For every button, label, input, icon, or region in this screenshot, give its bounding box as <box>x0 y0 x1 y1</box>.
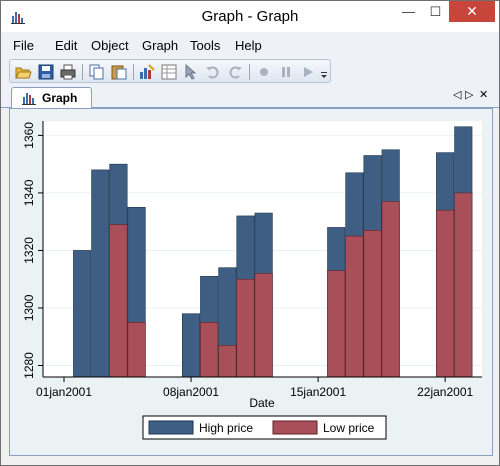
y-tick-label: 1320 <box>22 237 36 264</box>
x-tick-label: 22jan2001 <box>417 385 473 399</box>
redo-icon[interactable] <box>226 63 244 81</box>
bar-low-price <box>436 209 455 378</box>
play-icon[interactable] <box>299 63 317 81</box>
menu-object[interactable]: Object <box>91 38 129 53</box>
bar-high-price <box>182 313 201 378</box>
minimize-button[interactable]: — <box>395 1 422 22</box>
x-tick-label: 08jan2001 <box>163 385 219 399</box>
x-axis-title: Date <box>249 396 275 410</box>
maximize-button[interactable]: ☐ <box>422 1 449 22</box>
tab-scroll-right-icon[interactable]: ▷ <box>465 88 473 101</box>
bar-low-price <box>218 345 237 378</box>
bar-low-price <box>236 278 255 378</box>
app-window: Graph - Graph — ☐ ✕ File Edit Object Gra… <box>0 0 500 466</box>
toolbar-overflow-icon[interactable] <box>319 63 329 81</box>
bar-low-price <box>127 322 146 378</box>
toolbar-separator <box>133 64 134 80</box>
tab-scroll-left-icon[interactable]: ◁ <box>453 88 461 101</box>
tab-graph[interactable]: Graph <box>11 87 92 109</box>
print-icon[interactable] <box>59 63 77 81</box>
pointer-icon[interactable] <box>182 63 200 81</box>
bar-low-price <box>327 270 346 378</box>
bar-low-price <box>363 230 382 378</box>
legend-label-high-price: High price <box>199 421 253 435</box>
tab-bar: Graph <box>1 86 499 109</box>
x-tick-label: 15jan2001 <box>290 385 346 399</box>
pause-icon[interactable] <box>277 63 295 81</box>
paste-icon[interactable] <box>110 63 128 81</box>
y-tick-label: 1360 <box>22 122 36 149</box>
graph-tab-icon <box>22 93 36 105</box>
menu-help[interactable]: Help <box>235 38 262 53</box>
tab-label: Graph <box>42 91 78 105</box>
bar-low-price <box>109 224 128 378</box>
bar-low-price <box>254 273 273 378</box>
menu-tools[interactable]: Tools <box>190 38 220 53</box>
legend-swatch-high-price <box>148 420 194 435</box>
legend: High price Low price <box>142 415 387 440</box>
menu-file[interactable]: File <box>13 38 34 53</box>
legend-swatch-low-price <box>272 420 318 435</box>
save-icon[interactable] <box>37 63 55 81</box>
graph-panel: 1280 1300 1320 1340 1360 01jan2001 08jan2001 15… <box>9 108 493 456</box>
close-button[interactable]: ✕ <box>449 1 495 22</box>
y-tick-label: 1340 <box>22 179 36 206</box>
record-icon[interactable] <box>255 63 273 81</box>
menu-graph[interactable]: Graph <box>142 38 178 53</box>
graph-canvas: 1280 1300 1320 1340 1360 01jan2001 08jan2001 15… <box>10 109 492 455</box>
toolbar-group <box>9 59 331 83</box>
bar-high-price <box>73 250 92 378</box>
data-editor-icon[interactable] <box>160 63 178 81</box>
toolbar-separator <box>82 64 83 80</box>
bar-low-price <box>454 192 473 378</box>
bar-low-price <box>345 235 364 378</box>
tab-close-icon[interactable]: ✕ <box>479 88 488 101</box>
x-tick-label: 01jan2001 <box>36 385 92 399</box>
y-tick-label: 1300 <box>22 294 36 321</box>
bar-low-price <box>200 322 219 378</box>
y-tick-label: 1280 <box>22 352 36 379</box>
title-bar: Graph - Graph — ☐ ✕ <box>1 1 499 32</box>
bar-low-price <box>381 201 400 378</box>
legend-label-low-price: Low price <box>323 421 375 435</box>
bar-high-price <box>91 169 110 378</box>
undo-icon[interactable] <box>204 63 222 81</box>
toolbar-separator <box>249 64 250 80</box>
toolbar <box>1 58 499 86</box>
open-icon[interactable] <box>14 63 32 81</box>
graph-editor-icon[interactable] <box>138 63 156 81</box>
menu-bar: File Edit Object Graph Tools Help <box>1 32 499 58</box>
copy-icon[interactable] <box>88 63 106 81</box>
menu-edit[interactable]: Edit <box>55 38 77 53</box>
